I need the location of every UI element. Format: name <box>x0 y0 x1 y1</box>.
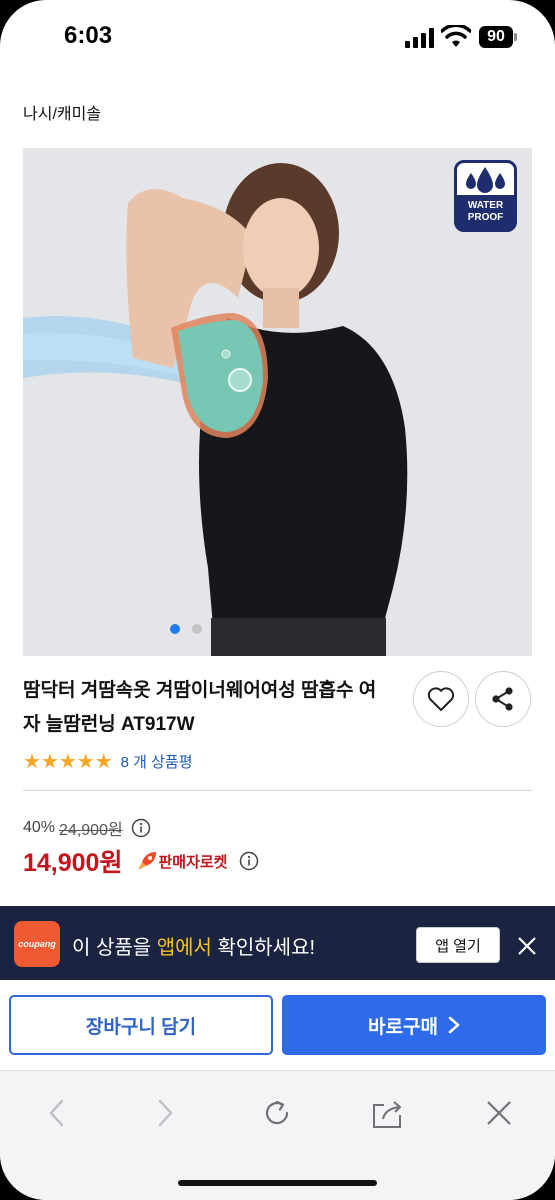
share-button[interactable] <box>475 671 531 727</box>
reload-icon <box>265 1100 289 1125</box>
app-install-banner: coupang 이 상품을 앱에서 확인하세요! 앱 열기 <box>0 906 555 980</box>
banner-text-highlight: 앱에서 <box>156 937 212 959</box>
share-icon <box>492 687 513 711</box>
phone-screen: 6:03 90 나시/캐미솔 WATER PROOF 땀닥터 겨땀속옷 겨땀이너… <box>0 0 555 1200</box>
buy-now-button[interactable]: 바로구매 <box>282 995 546 1055</box>
signal-icon <box>405 28 434 48</box>
rocket-icon <box>138 852 157 870</box>
carousel-dot-2[interactable] <box>192 624 202 634</box>
original-price: 24,900원 <box>59 822 123 839</box>
close-icon <box>487 1101 511 1125</box>
waterproof-badge: WATER PROOF <box>454 160 517 232</box>
discount-rate: 40% <box>23 819 56 836</box>
banner-text-end: 확인하세요! <box>211 937 316 959</box>
battery-nub <box>514 33 517 41</box>
back-icon <box>49 1099 64 1127</box>
sale-price: 14,900원 <box>23 849 123 877</box>
forward-icon <box>158 1099 173 1127</box>
divider <box>23 790 532 791</box>
chevron-right-icon <box>448 1016 460 1034</box>
battery-indicator: 90 <box>479 26 513 48</box>
back-button[interactable] <box>38 1095 74 1131</box>
rating-stars: ★★★★★ <box>23 751 113 773</box>
waterproof-label: WATER PROOF <box>457 195 514 229</box>
waterproof-line1: WATER <box>467 200 504 211</box>
banner-message: 이 상품을 앱에서 확인하세요! <box>72 931 315 960</box>
info-icon[interactable] <box>239 851 259 871</box>
carousel-indicator <box>170 624 202 634</box>
info-icon[interactable] <box>131 818 151 838</box>
seller-rocket-label: 판매자로켓 <box>158 853 228 871</box>
review-count-link[interactable]: 8 개 상품평 <box>121 751 193 772</box>
water-drop-icon <box>466 167 505 193</box>
banner-text-start: 이 상품을 <box>72 937 157 959</box>
share-out-icon <box>373 1101 401 1128</box>
price-row: 14,900원 판매자로켓 <box>23 843 259 879</box>
discount-row: 40% 24,900원 <box>23 816 151 840</box>
seller-rocket-badge: 판매자로켓 <box>136 850 227 872</box>
add-to-cart-button[interactable]: 장바구니 담기 <box>9 995 273 1055</box>
waterproof-line2: PROOF <box>467 212 504 223</box>
share-out-button[interactable] <box>370 1095 406 1131</box>
close-icon[interactable] <box>516 935 538 957</box>
status-time: 6:03 <box>64 22 113 49</box>
product-title: 땀닥터 겨땀속옷 겨땀이너웨어여성 땀흡수 여자 늘땀런닝 AT917W <box>23 680 377 735</box>
heart-icon <box>427 687 455 711</box>
carousel-dot-1[interactable] <box>170 624 180 634</box>
wifi-icon <box>441 25 471 47</box>
forward-button[interactable] <box>148 1095 184 1131</box>
home-indicator[interactable] <box>178 1180 377 1186</box>
breadcrumb[interactable]: 나시/캐미솔 <box>23 100 101 124</box>
wishlist-button[interactable] <box>413 671 469 727</box>
close-tab-button[interactable] <box>481 1095 517 1131</box>
reload-button[interactable] <box>259 1095 295 1131</box>
buy-now-label: 바로구매 <box>368 1016 438 1038</box>
open-app-button[interactable]: 앱 열기 <box>416 927 500 963</box>
product-image-carousel[interactable]: WATER PROOF <box>23 148 532 656</box>
coupang-logo: coupang <box>14 921 60 967</box>
rating-row[interactable]: ★★★★★ 8 개 상품평 <box>23 749 193 774</box>
status-bar: 6:03 90 <box>0 0 555 72</box>
